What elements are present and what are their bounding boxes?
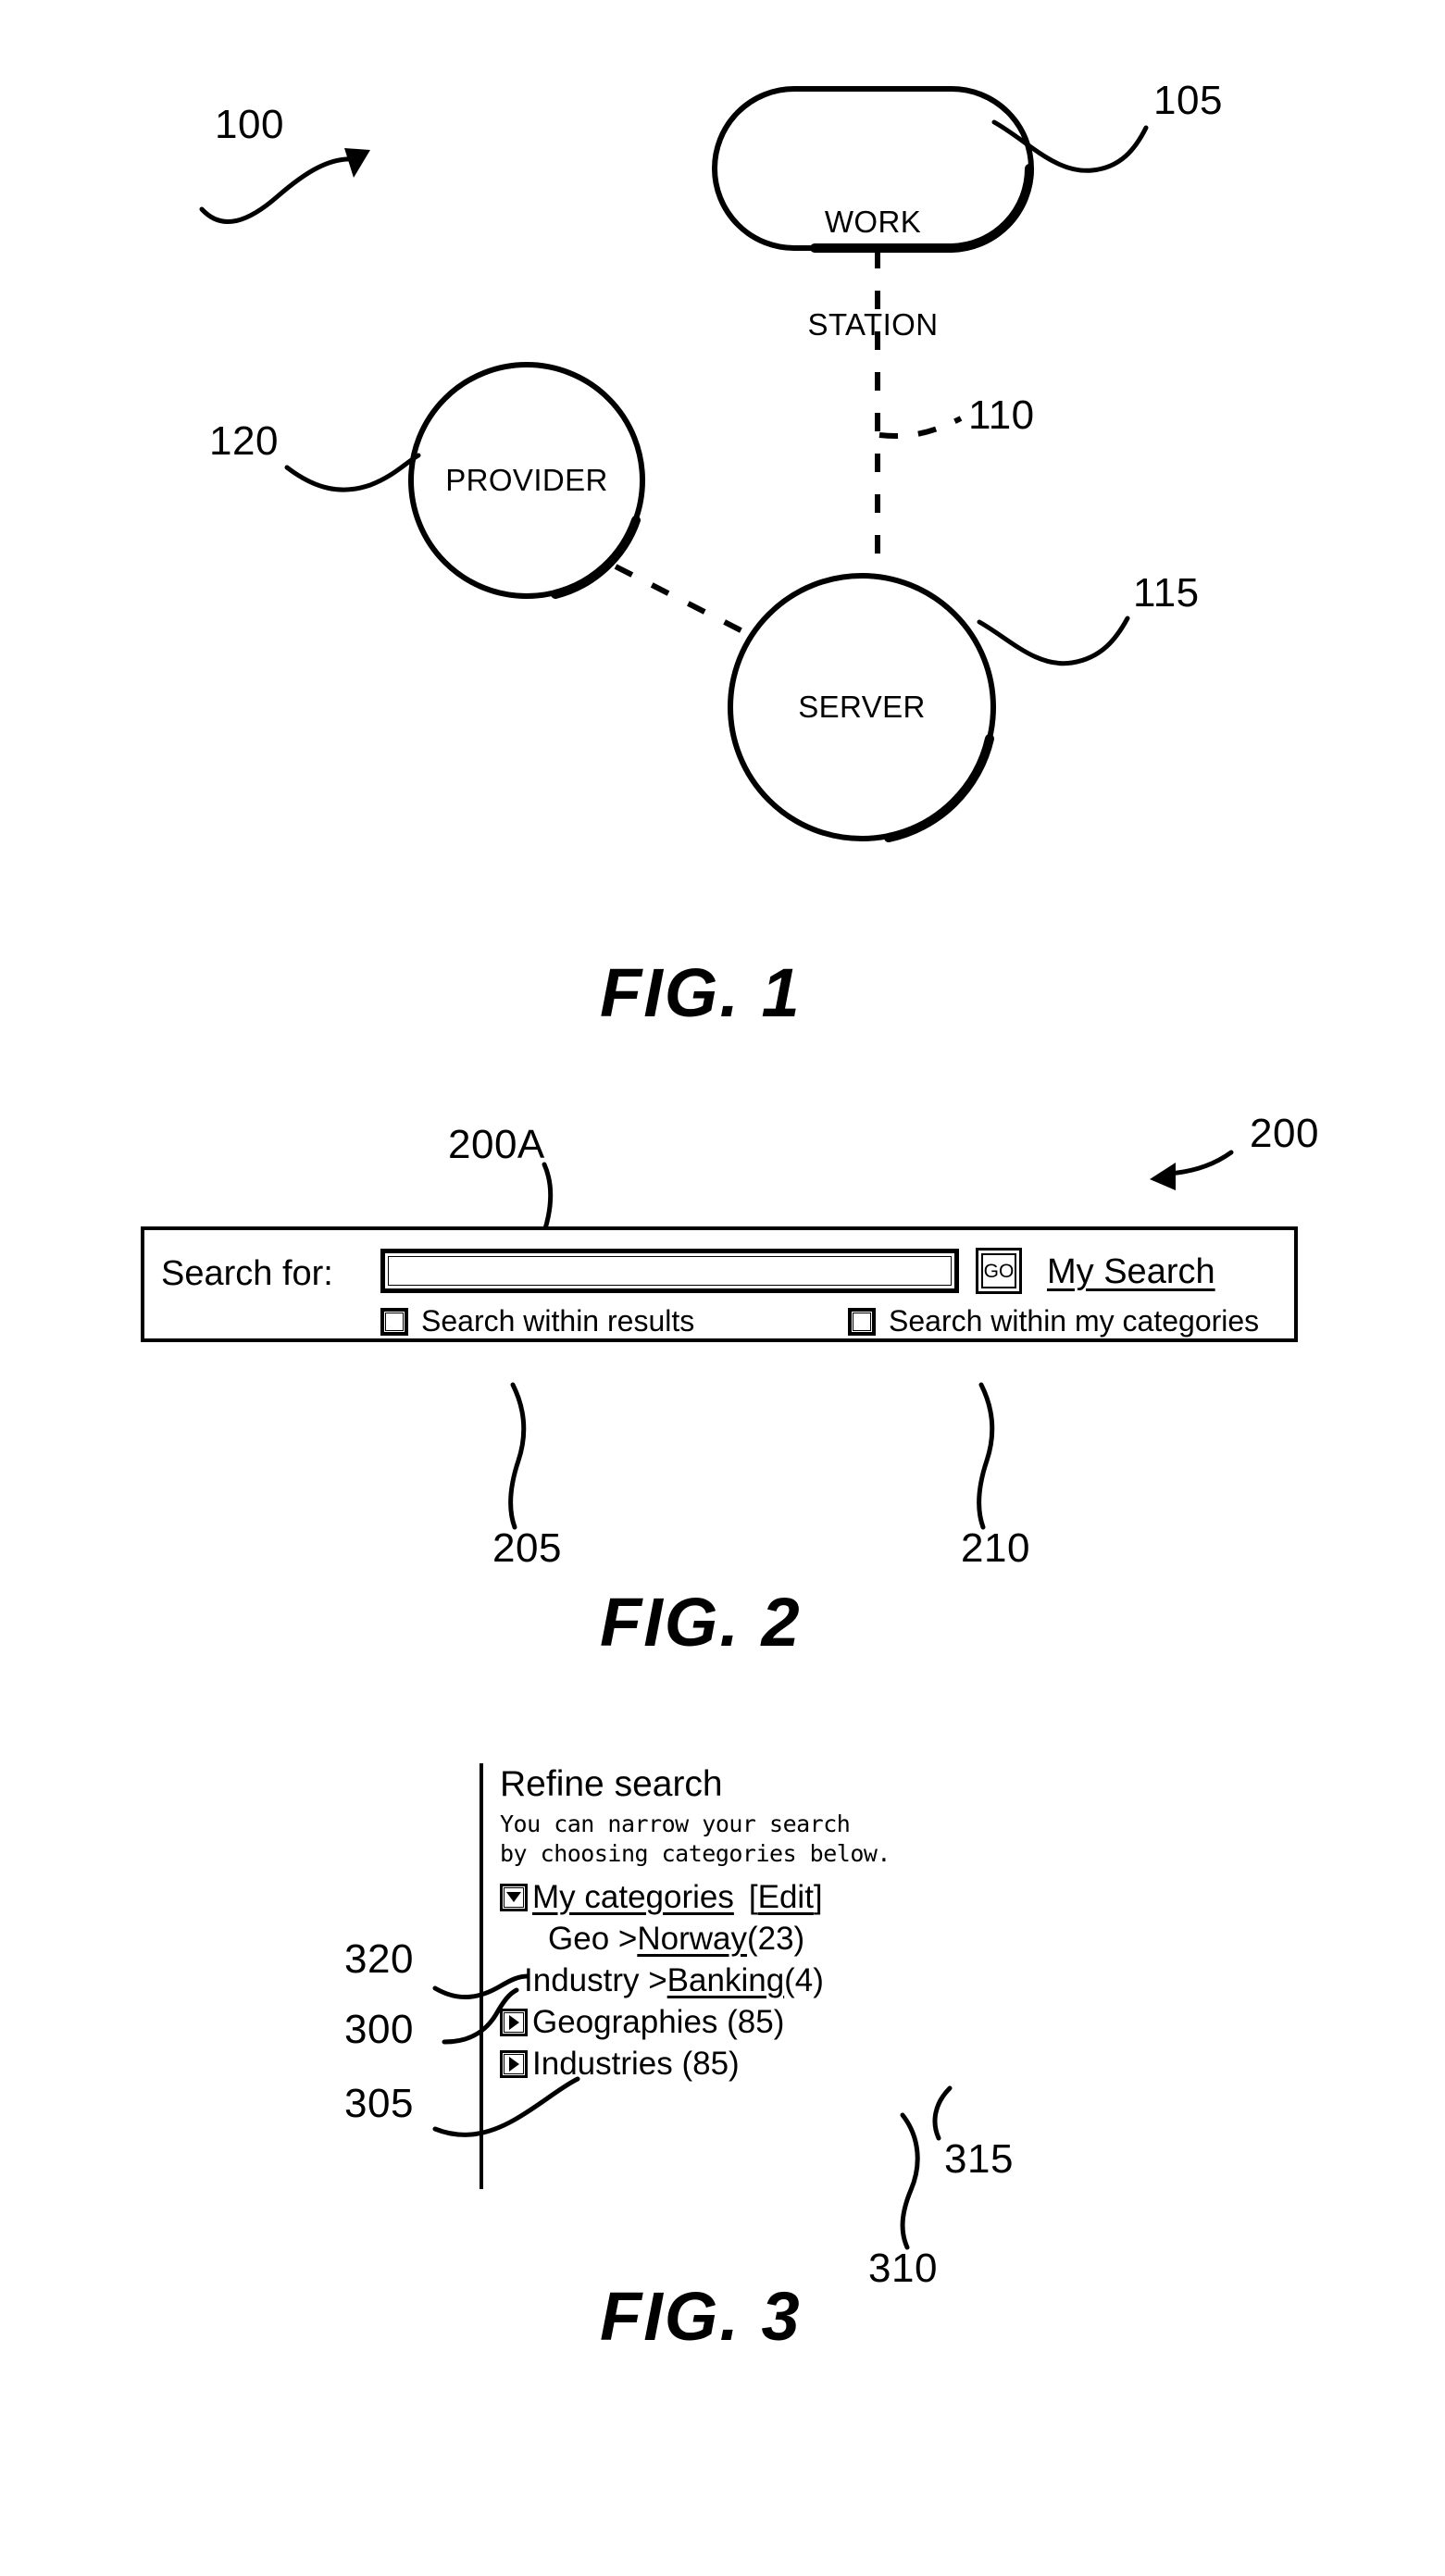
search-input[interactable] [380, 1249, 959, 1293]
go-button[interactable]: GO [976, 1248, 1022, 1294]
edit-link[interactable]: Edit [758, 1879, 814, 1916]
arrowhead-200 [1150, 1163, 1176, 1190]
browse-category-row-geographies[interactable]: Geographies (85) [500, 2001, 1000, 2043]
leader-100 [199, 156, 356, 224]
triangle-down-icon[interactable] [500, 1883, 528, 1911]
search-panel: Search for: GO My Search Search within r… [141, 1226, 1298, 1342]
search-within-my-categories-label: Search within my categories [889, 1304, 1260, 1338]
browse-category-row-industries[interactable]: Industries (85) [500, 2043, 1000, 2084]
triangle-right-icon-inner [504, 2011, 524, 2033]
link-provider-server [614, 564, 759, 641]
node-workstation-label-line1: WORK [824, 204, 922, 239]
refine-search-subtitle-line1: You can narrow your search [500, 1811, 851, 1838]
category-list: My categories [Edit] Geo > Norway (23) I… [500, 1876, 1000, 2084]
ref-number-120: 120 [209, 418, 279, 464]
go-button-label: GO [983, 1260, 1015, 1282]
search-within-results-row[interactable]: Search within results [380, 1304, 694, 1338]
saved-category-row[interactable]: Industry > Banking (4) [500, 1960, 1000, 2001]
saved-category-count: (23) [746, 1920, 805, 1957]
figure-caption-2: FIG. 2 [600, 1584, 802, 1661]
triangle-right-icon[interactable] [500, 2049, 528, 2078]
go-button-inner[interactable]: GO [981, 1253, 1016, 1288]
drawing-sheet: 100 WORK STATION 105 PROVIDER 120 SERVER… [0, 0, 1445, 2576]
ref-number-200: 200 [1250, 1111, 1319, 1156]
node-workstation-label-line2: STATION [807, 306, 939, 342]
ref-number-310: 310 [868, 2246, 938, 2291]
ref-number-205: 205 [492, 1525, 562, 1571]
node-server-label: SERVER [798, 690, 926, 724]
node-workstation-label: WORK STATION [715, 137, 1031, 411]
leader-205 [508, 1382, 527, 1530]
my-categories-row[interactable]: My categories [Edit] [500, 1876, 1000, 1918]
ref-number-320: 320 [344, 1936, 414, 1982]
my-search-link[interactable]: My Search [1047, 1252, 1215, 1292]
refine-search-panel: Refine search You can narrow your search… [480, 1763, 998, 2189]
triangle-down-icon-inner [504, 1886, 524, 1908]
ref-number-105: 105 [1153, 78, 1223, 123]
ref-number-200A: 200A [448, 1122, 545, 1167]
saved-category-prefix: Industry > [524, 1961, 667, 1998]
refine-search-subtitle-line2: by choosing categories below. [500, 1840, 891, 1868]
figure-caption-3: FIG. 3 [600, 2278, 802, 2355]
ref-number-100: 100 [215, 102, 284, 147]
triangle-right-icon-inner [504, 2053, 524, 2074]
edit-bracket-close: ] [813, 1878, 823, 1915]
leader-120 [284, 453, 421, 492]
figure-caption-1: FIG. 1 [600, 954, 802, 1031]
saved-category-prefix: Geo > [548, 1920, 638, 1957]
saved-category-row[interactable]: Geo > Norway (23) [500, 1918, 1000, 1960]
triangle-right-glyph [508, 2056, 519, 2072]
saved-category-link[interactable]: Banking [667, 1962, 784, 1999]
search-within-results-checkbox[interactable] [380, 1307, 408, 1336]
arrowhead-100 [344, 148, 370, 178]
ref-number-110: 110 [968, 392, 1035, 438]
ref-number-115: 115 [1133, 570, 1200, 616]
refine-search-title: Refine search [500, 1764, 723, 1804]
checkbox-inner [853, 1312, 871, 1331]
ref-number-300: 300 [344, 2007, 414, 2052]
search-within-my-categories-row[interactable]: Search within my categories [848, 1304, 1259, 1338]
browse-category-label[interactable]: Industries (85) [532, 2046, 740, 2083]
refine-search-body: Refine search You can narrow your search… [500, 1763, 1000, 2084]
search-input-inner[interactable] [388, 1256, 952, 1286]
leader-110 [878, 416, 963, 440]
leader-115 [977, 616, 1130, 666]
saved-category-link[interactable]: Norway [637, 1921, 747, 1958]
node-provider-label: PROVIDER [445, 463, 608, 497]
search-within-my-categories-checkbox[interactable] [848, 1307, 876, 1336]
search-within-results-label: Search within results [421, 1304, 695, 1338]
ref-number-305: 305 [344, 2081, 414, 2126]
triangle-down-glyph [506, 1892, 521, 1903]
ref-number-210: 210 [961, 1525, 1030, 1571]
my-categories-link[interactable]: My categories [532, 1879, 734, 1916]
triangle-right-icon[interactable] [500, 2008, 528, 2036]
search-for-label: Search for: [161, 1254, 333, 1293]
edit-bracket-open: [ [748, 1878, 758, 1915]
browse-category-label[interactable]: Geographies (85) [532, 2004, 784, 2041]
leader-210 [977, 1382, 995, 1530]
leader-200 [1165, 1150, 1234, 1176]
panel-left-rule [480, 1763, 483, 2189]
checkbox-inner [385, 1312, 404, 1331]
triangle-right-glyph [508, 2014, 519, 2030]
saved-category-count: (4) [784, 1961, 824, 1998]
